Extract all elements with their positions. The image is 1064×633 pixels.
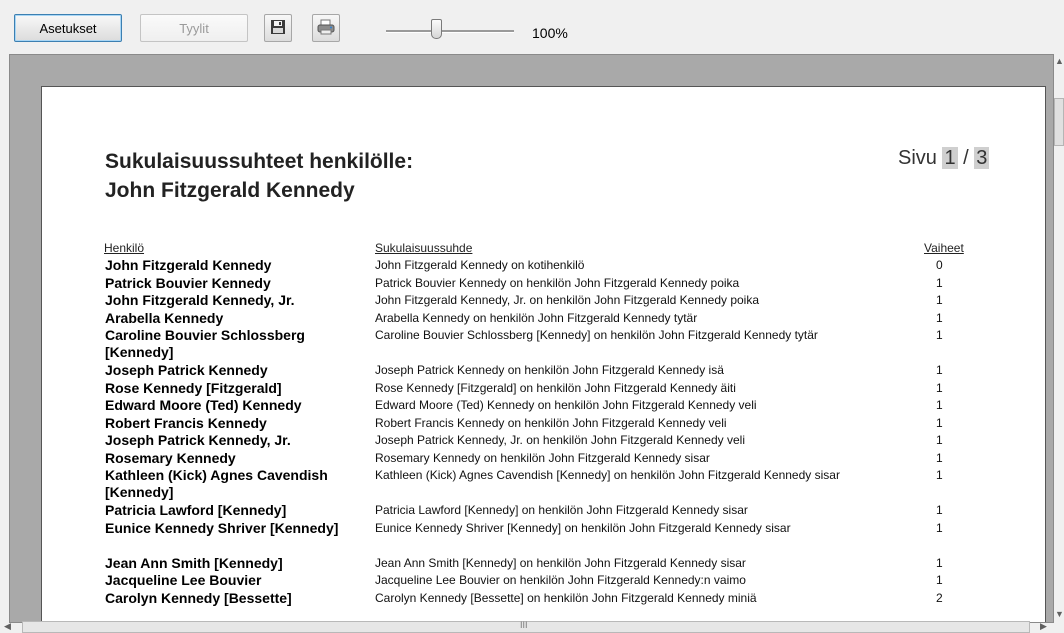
steps-value: 1 — [936, 310, 943, 325]
zoom-value: 100% — [532, 25, 568, 41]
horizontal-scroll-thumb[interactable]: III — [22, 620, 1030, 633]
relationship-text: Rosemary Kennedy on henkilön John Fitzge… — [375, 450, 710, 465]
scroll-up-arrow-icon[interactable]: ▲ — [1055, 56, 1064, 66]
steps-value: 1 — [936, 275, 943, 290]
steps-value: 2 — [936, 590, 943, 605]
page-label: Sivu — [898, 147, 937, 169]
relationship-text: Edward Moore (Ted) Kennedy on henkilön J… — [375, 398, 757, 412]
person-name: Joseph Patrick Kennedy — [105, 362, 268, 378]
report-title: Sukulaisuussuhteet henkilölle: John Fitz… — [105, 147, 413, 205]
header-relation: Sukulaisuussuhde — [375, 241, 473, 255]
page-total[interactable]: 3 — [974, 147, 990, 169]
person-name: Arabella Kennedy — [105, 309, 224, 326]
relationship-text: Patricia Lawford [Kennedy] on henkilön J… — [375, 503, 748, 517]
save-button[interactable] — [264, 14, 292, 42]
page-separator: / — [963, 147, 969, 169]
person-name: Edward Moore (Ted) Kennedy — [105, 397, 302, 413]
relationship-text: Patrick Bouvier Kennedy on henkilön John… — [375, 275, 740, 290]
person-name: Carolyn Kennedy [Bessette] — [105, 589, 292, 606]
steps-value: 1 — [936, 555, 943, 570]
steps-value: 0 — [936, 258, 943, 272]
steps-value: 1 — [936, 468, 943, 482]
person-name: Jacqueline Lee Bouvier — [105, 572, 262, 588]
relationship-text: Jean Ann Smith [Kennedy] on henkilön Joh… — [375, 555, 746, 570]
scroll-grip: III — [520, 620, 528, 630]
steps-value: 1 — [936, 328, 943, 342]
steps-value: 1 — [936, 398, 943, 412]
vertical-scroll-thumb[interactable] — [1054, 98, 1064, 146]
relationship-text: Joseph Patrick Kennedy on henkilön John … — [375, 363, 724, 377]
scroll-left-arrow-icon[interactable]: ◀ — [4, 621, 11, 632]
report-title-line1: Sukulaisuussuhteet henkilölle: — [105, 150, 414, 173]
steps-value: 1 — [936, 450, 943, 465]
toolbar: Asetukset Tyylit 100% — [0, 0, 1064, 54]
relationship-text: John Fitzgerald Kennedy on kotihenkilö — [375, 258, 585, 272]
person-name: John Fitzgerald Kennedy, Jr. — [105, 292, 295, 308]
person-name: Rosemary Kennedy — [105, 449, 236, 466]
person-name: Patricia Lawford [Kennedy] — [105, 502, 287, 518]
person-name: Rose Kennedy [Fitzgerald] — [105, 379, 282, 396]
report-content: Sukulaisuussuhteet henkilölle: John Fitz… — [40, 85, 1050, 623]
person-name: Patrick Bouvier Kennedy — [105, 274, 271, 291]
relationship-text: John Fitzgerald Kennedy, Jr. on henkilön… — [375, 293, 760, 307]
steps-value: 1 — [936, 363, 943, 377]
relationship-text: Robert Francis Kennedy on henkilön John … — [375, 415, 727, 430]
relationship-text: Jacqueline Lee Bouvier on henkilön John … — [375, 573, 746, 587]
zoom-slider-thumb[interactable] — [430, 19, 442, 39]
steps-value: 1 — [936, 573, 943, 587]
person-name: Joseph Patrick Kennedy, Jr. — [105, 432, 291, 448]
steps-value: 1 — [936, 380, 943, 395]
person-name: Eunice Kennedy Shriver [Kennedy] — [105, 519, 339, 536]
report-title-line2: John Fitzgerald Kennedy — [105, 179, 355, 202]
relationship-text: Rose Kennedy [Fitzgerald] on henkilön Jo… — [375, 380, 736, 395]
print-button[interactable] — [312, 14, 340, 42]
relationship-text: Eunice Kennedy Shriver [Kennedy] on henk… — [375, 520, 791, 535]
scroll-down-arrow-icon[interactable]: ▼ — [1055, 609, 1064, 619]
save-icon — [270, 19, 286, 38]
steps-value: 1 — [936, 433, 943, 447]
header-steps: Vaiheet — [924, 241, 964, 255]
relationship-text: Carolyn Kennedy [Bessette] on henkilön J… — [375, 590, 757, 605]
person-name: Kathleen (Kick) Agnes Cavendish [Kennedy… — [105, 467, 328, 500]
relationship-text: Arabella Kennedy on henkilön John Fitzge… — [375, 310, 698, 325]
steps-value: 1 — [936, 293, 943, 307]
settings-button[interactable]: Asetukset — [14, 14, 122, 42]
person-name: Robert Francis Kennedy — [105, 414, 267, 431]
relationship-text: Joseph Patrick Kennedy, Jr. on henkilön … — [375, 433, 745, 447]
relationship-text: Caroline Bouvier Schlossberg [Kennedy] o… — [375, 328, 818, 342]
print-icon — [317, 19, 335, 38]
person-name: John Fitzgerald Kennedy — [105, 257, 272, 273]
relationship-text: Kathleen (Kick) Agnes Cavendish [Kennedy… — [375, 468, 840, 482]
steps-value: 1 — [936, 520, 943, 535]
header-person: Henkilö — [104, 241, 145, 255]
styles-button[interactable]: Tyylit — [140, 14, 248, 42]
page-indicator: Sivu 1 / 3 — [898, 147, 990, 170]
steps-value: 1 — [936, 503, 943, 517]
page-current[interactable]: 1 — [942, 147, 958, 169]
person-name: Jean Ann Smith [Kennedy] — [105, 554, 283, 571]
zoom-slider-track[interactable] — [386, 30, 514, 33]
steps-value: 1 — [936, 415, 943, 430]
person-name: Caroline Bouvier Schlossberg [Kennedy] — [105, 327, 305, 360]
scroll-right-arrow-icon[interactable]: ▶ — [1040, 621, 1047, 632]
